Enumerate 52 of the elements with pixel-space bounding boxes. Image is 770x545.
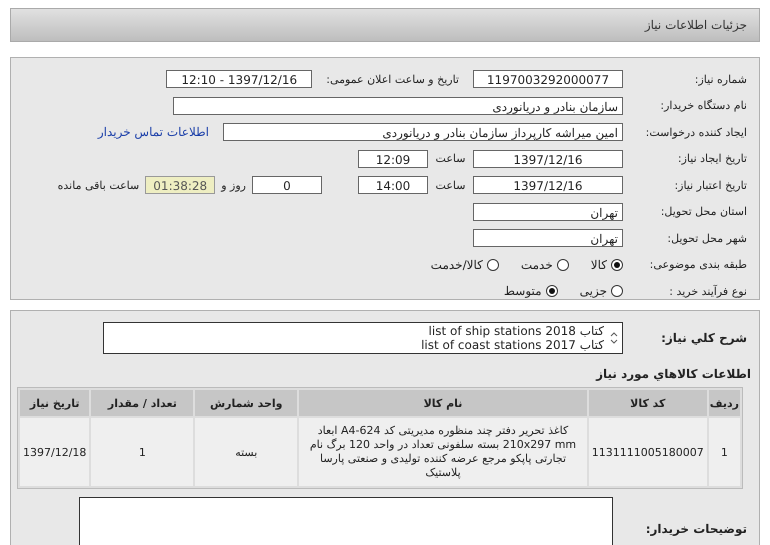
radio-option[interactable]: جزیی (580, 284, 623, 298)
input-field: امین میراشه کارپرداز سازمان بنادر و دریانوردی (223, 123, 623, 142)
column-header: نام کالا (299, 390, 587, 416)
input-field: 1397/12/16 - 12:10 (166, 70, 312, 88)
input-field: سازمان بنادر و دریانوردی (173, 96, 623, 115)
input-field: تهران (473, 229, 623, 248)
column-header: تاریخ نیاز (20, 390, 90, 416)
field-label: روز و (220, 178, 247, 192)
input-field: 0 (252, 176, 322, 194)
contact-link[interactable]: اطلاعات تماس خریدار (98, 125, 223, 140)
table-cell: 1 (708, 418, 740, 486)
input-field: 1197003292000077 (473, 70, 623, 88)
table-cell: 1131111005180007 (588, 418, 707, 486)
field-label: ساعت (434, 152, 466, 166)
input-field: 12:09 (358, 150, 428, 168)
radio-option[interactable]: کالا (590, 258, 623, 272)
field-label: تاریخ و ساعت اعلان عمومی: (325, 72, 460, 86)
column-header: ردیف (708, 390, 740, 416)
field-label: شهر محل تحویل: (666, 232, 748, 245)
field-label: تاریخ اعتبار نیاز: (673, 178, 748, 192)
field-label: شماره نیاز: (694, 72, 748, 86)
field-label: نوع فرآیند خرید : (668, 284, 748, 298)
scroll-arrows-icon[interactable] (610, 331, 618, 345)
input-field: 14:00 (358, 176, 428, 194)
column-header: واحد شمارش (195, 390, 298, 416)
column-header: کد کالا (588, 390, 707, 416)
field-label: تاریخ ایجاد نیاز: (676, 152, 748, 166)
table-cell: 1397/12/18 (20, 418, 90, 486)
field-label: ایجاد کننده درخواست: (644, 126, 748, 139)
radio-option[interactable]: متوسط (504, 284, 558, 298)
field-label: استان محل تحویل: (660, 205, 748, 218)
field-label: شرح کلي نياز: (660, 331, 748, 345)
table-cell: کاغذ تحریر دفتر چند منظوره مدیریتی کد A4-624 ابعاد 210x297 mm بسته سلفونی تعداد در واحد 120 برگ نام تجارتی پاپکو مرجع عرضه کننده تولیدی و صنعتی پارسا پلاستیک (299, 418, 587, 486)
page-title: جزئیات اطلاعات نیاز (644, 18, 747, 32)
field-label: ساعت باقی مانده (56, 178, 140, 192)
field-label: توضیحات خریدار: (644, 522, 748, 536)
notes-field[interactable] (79, 497, 613, 545)
table-cell: 1 (91, 418, 194, 486)
field-label: طبقه بندی موضوعی: (648, 258, 748, 272)
field-label: ساعت (434, 178, 466, 192)
table-cell: بسته (195, 418, 298, 486)
radio-option[interactable]: خدمت (520, 258, 569, 272)
countdown-field: 01:38:28 (145, 176, 216, 194)
section-title: اطلاعات کالاهاي مورد نياز (594, 366, 752, 383)
field-label: نام دستگاه خریدار: (659, 99, 748, 112)
column-header: تعداد / مقدار (91, 390, 194, 416)
radio-option[interactable]: کالا/خدمت (430, 258, 499, 272)
input-field: تهران (473, 202, 623, 221)
description-line: کتاب list of coast stations 2017 (421, 338, 604, 352)
input-field: 1397/12/16 (473, 150, 623, 168)
description-line: کتاب list of ship stations 2018 (428, 324, 604, 338)
input-field: 1397/12/16 (473, 176, 623, 194)
